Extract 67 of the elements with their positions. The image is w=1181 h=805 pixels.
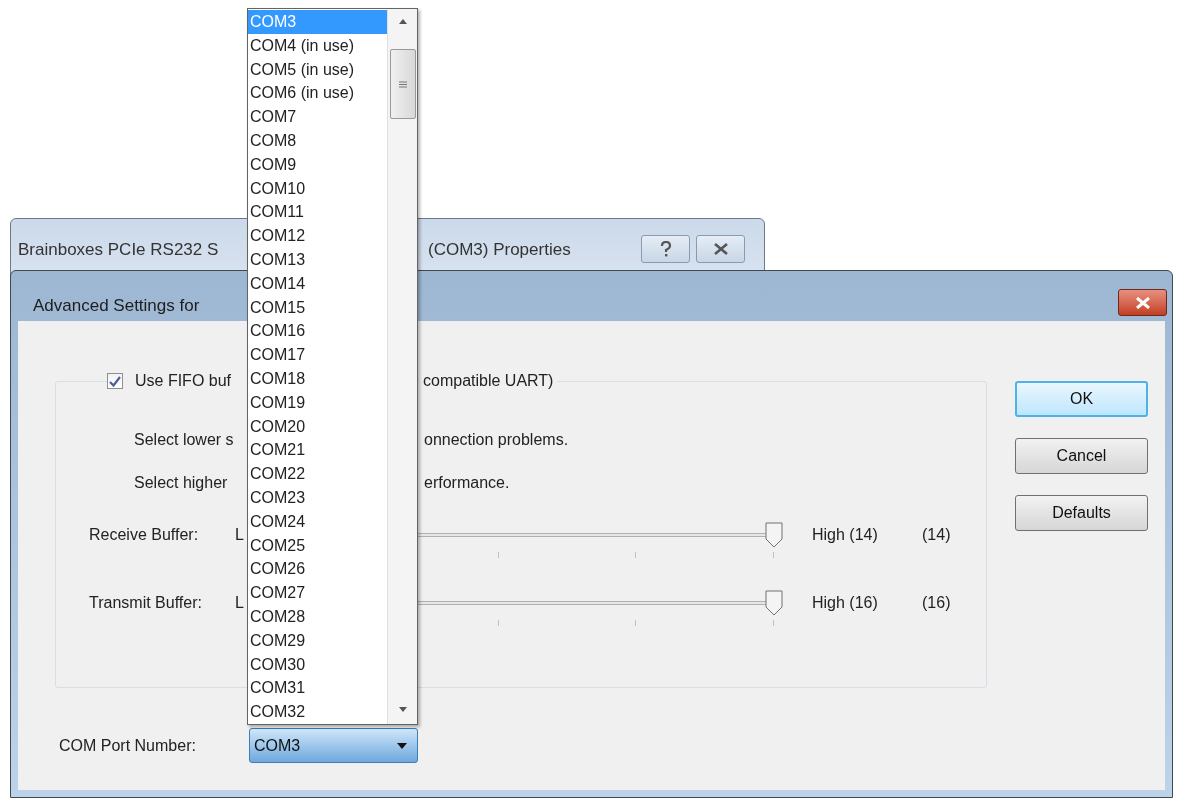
window-title: (COM3) Properties bbox=[428, 239, 571, 261]
hint-text: erformance. bbox=[424, 473, 510, 493]
help-button[interactable] bbox=[641, 235, 690, 263]
dropdown-option[interactable]: COM10 bbox=[248, 176, 387, 201]
com-port-label: COM Port Number: bbox=[59, 735, 197, 756]
dropdown-option[interactable]: COM13 bbox=[248, 247, 387, 272]
slider-reading: (14) bbox=[922, 525, 951, 545]
dropdown-option[interactable]: COM25 bbox=[248, 533, 387, 558]
hint-text: Select lower s bbox=[133, 430, 235, 450]
scrollbar[interactable] bbox=[387, 9, 417, 724]
dropdown-option[interactable]: COM31 bbox=[248, 676, 387, 701]
hint-text: Select higher bbox=[133, 473, 229, 493]
window-title: Brainboxes PCIe RS232 S bbox=[17, 239, 220, 261]
scrollbar-thumb[interactable] bbox=[389, 49, 416, 119]
slider-thumb[interactable] bbox=[765, 590, 783, 616]
dropdown-option[interactable]: COM11 bbox=[248, 200, 387, 225]
scroll-down-icon[interactable] bbox=[398, 707, 407, 712]
dropdown-option[interactable]: COM14 bbox=[248, 271, 387, 296]
slider-low-label: L bbox=[235, 525, 244, 545]
checkbox-label: Use FIFO buf bbox=[135, 371, 232, 391]
dropdown-option[interactable]: COM18 bbox=[248, 366, 387, 391]
dropdown-option[interactable]: COM26 bbox=[248, 557, 387, 582]
dialog-button[interactable]: Defaults bbox=[1015, 495, 1148, 531]
close-button[interactable] bbox=[696, 235, 745, 263]
dialog-button[interactable]: OK bbox=[1015, 381, 1148, 417]
close-button[interactable] bbox=[1118, 289, 1167, 316]
dialog-button[interactable]: Cancel bbox=[1015, 438, 1148, 474]
dropdown-option[interactable]: COM20 bbox=[248, 414, 387, 439]
check-icon bbox=[109, 375, 121, 387]
slider-reading: (16) bbox=[922, 593, 951, 613]
dropdown-option[interactable]: COM6 (in use) bbox=[248, 81, 387, 106]
dropdown-option[interactable]: COM17 bbox=[248, 343, 387, 367]
dropdown-option[interactable]: COM32 bbox=[248, 700, 387, 724]
grip-icon bbox=[398, 80, 407, 88]
slider-label: Receive Buffer: bbox=[89, 525, 199, 545]
scroll-up-icon[interactable] bbox=[398, 19, 407, 24]
dropdown-option[interactable]: COM28 bbox=[248, 604, 387, 629]
dropdown-option[interactable]: COM24 bbox=[248, 509, 387, 534]
dropdown-option[interactable]: COM7 bbox=[248, 105, 387, 129]
dropdown-option[interactable]: COM21 bbox=[248, 438, 387, 463]
dropdown-option[interactable]: COM9 bbox=[248, 152, 387, 177]
dropdown-option[interactable]: COM16 bbox=[248, 319, 387, 344]
com-port-dropdown[interactable]: COM3 bbox=[249, 728, 418, 763]
dropdown-option[interactable]: COM15 bbox=[248, 295, 387, 320]
dropdown-option[interactable]: COM27 bbox=[248, 581, 387, 605]
hint-text: onnection problems. bbox=[424, 430, 569, 450]
slider-value-label: High (14) bbox=[812, 525, 879, 545]
dropdown-option[interactable]: COM30 bbox=[248, 652, 387, 677]
dropdown-option[interactable]: COM29 bbox=[248, 628, 387, 653]
help-icon bbox=[659, 241, 672, 257]
slider-label: Transmit Buffer: bbox=[89, 593, 202, 613]
dropdown-option[interactable]: COM23 bbox=[248, 485, 387, 510]
checkbox-label: compatible UART) bbox=[423, 371, 555, 391]
dropdown-option[interactable]: COM12 bbox=[248, 224, 387, 248]
slider-value-label: High (16) bbox=[812, 593, 879, 613]
dropdown-option[interactable]: COM19 bbox=[248, 390, 387, 415]
dropdown-option[interactable]: COM4 (in use) bbox=[248, 33, 387, 58]
dropdown-option[interactable]: COM5 (in use) bbox=[248, 57, 387, 82]
caret-icon bbox=[397, 742, 407, 749]
checkbox[interactable] bbox=[107, 373, 123, 389]
dialog-title: Advanced Settings for bbox=[32, 295, 200, 317]
close-icon bbox=[1134, 296, 1151, 309]
slider-low-label: L bbox=[235, 593, 244, 613]
dropdown-option[interactable]: COM8 bbox=[248, 129, 387, 153]
slider-thumb[interactable] bbox=[765, 522, 783, 548]
dropdown-option[interactable]: COM22 bbox=[248, 462, 387, 486]
close-icon bbox=[712, 243, 729, 255]
